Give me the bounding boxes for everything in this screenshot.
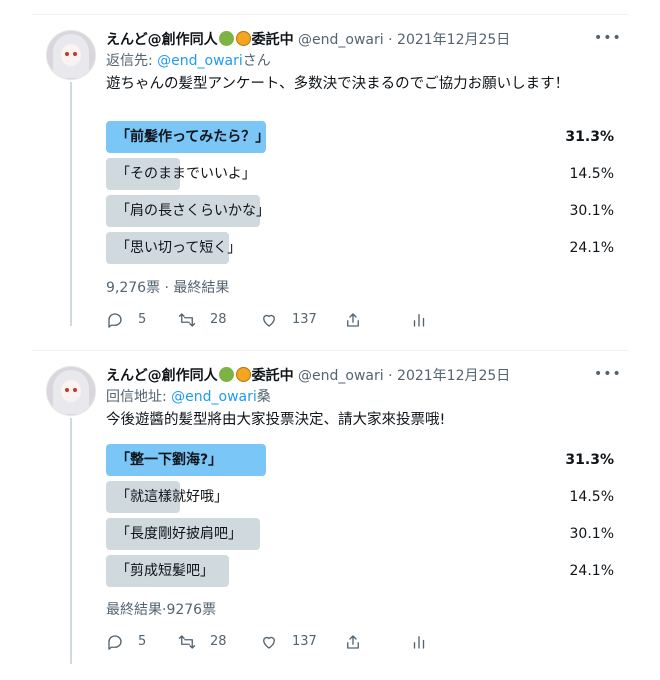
tweet-header: えんど@創作同人 委託中 @end_owari · 2021年12月25日 [106,366,628,386]
poll-option: 「長度剛好披肩吧」 30.1% [106,518,614,550]
author-badge: 委託中 [251,32,294,48]
avatar[interactable] [46,366,96,416]
retweet-icon [178,313,196,327]
avatar[interactable] [46,30,96,80]
analytics-icon [413,314,425,327]
poll-option-label: 「思い切って短く」 [116,240,242,256]
reply-suffix: さん [242,53,271,69]
retweet-count: 28 [210,634,227,649]
poll-meta: 9,276票 · 最終結果 [106,280,230,296]
retweet-count: 28 [210,312,227,327]
poll-option-label: 「剪成短髪吧」 [116,563,214,579]
leaf-emoji-icon [218,31,234,46]
leaf-emoji-icon [218,367,234,382]
reply-suffix: 桑 [256,389,271,405]
author-handle[interactable]: @end_owari [298,32,384,48]
poll-option: 「そのままでいいよ」 14.5% [106,158,614,190]
author-name[interactable]: えんど@創作同人 [106,32,218,48]
tweet-content: えんど@創作同人 委託中 @end_owari · 2021年12月25日 •••… [106,366,628,670]
tweet-content: えんど@創作同人 委託中 @end_owari · 2021年12月25日 •••… [106,30,628,330]
tweet-date[interactable]: 2021年12月25日 [397,32,510,48]
tweet-text: 今後遊醬的髪型將由大家投票決定、請大家來投票哦! [106,412,446,428]
poll-option-percent: 30.1% [569,203,614,219]
divider [32,350,628,351]
author-badge: 委託中 [251,368,294,384]
reply-handle-link[interactable]: @end_owari [157,53,243,69]
poll-option-label: 「整一下劉海?」 [116,452,223,468]
thread-line [70,82,72,326]
reply-icon [108,635,122,650]
author-name[interactable]: えんど@創作同人 [106,368,218,384]
more-icon[interactable]: ••• [594,30,621,46]
share-icon [347,313,359,327]
tweet-actions: 5 28 137 [106,632,446,652]
tiger-emoji-icon [235,367,251,382]
tweet-date[interactable]: 2021年12月25日 [397,368,510,384]
poll-option: 「整一下劉海?」 31.3% [106,444,614,476]
reply-icon [108,313,122,328]
poll-option-percent: 30.1% [569,526,614,542]
poll-option: 「剪成短髪吧」 24.1% [106,555,614,587]
poll-option: 「前髪作ってみたら？」 31.3% [106,121,614,153]
share-icon [347,635,359,649]
tweet[interactable]: えんど@創作同人 委託中 @end_owari · 2021年12月25日 •••… [32,14,628,330]
separator-dot: · [383,32,398,48]
author-handle[interactable]: @end_owari [298,368,384,384]
poll-option-percent: 14.5% [569,489,614,505]
divider [32,14,628,15]
reply-count: 5 [138,634,147,649]
like-count: 137 [292,312,317,327]
poll-option-percent: 31.3% [565,452,614,468]
poll-option-label: 「肩の長さくらいかな」 [116,203,270,219]
tiger-emoji-icon [235,31,251,46]
thread-line [70,418,72,664]
poll-option-label: 「前髪作ってみたら？」 [116,129,270,145]
reply-to: 回信地址: @end_owari桑 [106,387,271,407]
separator-dot: · [383,368,398,384]
analytics-icon [413,636,425,649]
tweet-text: 遊ちゃんの髪型アンケート、多数決で決まるのでご協力お願いします！ [106,76,570,92]
tweet-header: えんど@創作同人 委託中 @end_owari · 2021年12月25日 [106,30,628,50]
poll-option: 「思い切って短く」 24.1% [106,232,614,264]
poll-option-label: 「長度剛好披肩吧」 [116,526,242,542]
like-icon [263,314,275,327]
retweet-icon [178,635,196,649]
poll-option-label: 「そのままでいいよ」 [116,166,256,182]
reply-handle-link[interactable]: @end_owari [171,389,257,405]
poll-option: 「就這樣就好哦」 14.5% [106,481,614,513]
reply-prefix: 返信先: [106,53,158,69]
like-count: 137 [292,634,317,649]
poll-option-percent: 31.3% [565,129,614,145]
poll-option-label: 「就這樣就好哦」 [116,489,228,505]
tweet[interactable]: えんど@創作同人 委託中 @end_owari · 2021年12月25日 •••… [32,350,628,670]
more-icon[interactable]: ••• [594,366,621,382]
like-icon [263,636,275,649]
poll-option-percent: 24.1% [569,240,614,256]
reply-to: 返信先: @end_owariさん [106,51,271,71]
reply-count: 5 [138,312,147,327]
poll-option: 「肩の長さくらいかな」 30.1% [106,195,614,227]
poll-option-percent: 24.1% [569,563,614,579]
tweet-actions: 5 28 137 [106,310,446,330]
poll-meta: 最終結果·9276票 [106,602,217,618]
poll-option-percent: 14.5% [569,166,614,182]
reply-prefix: 回信地址: [106,389,172,405]
